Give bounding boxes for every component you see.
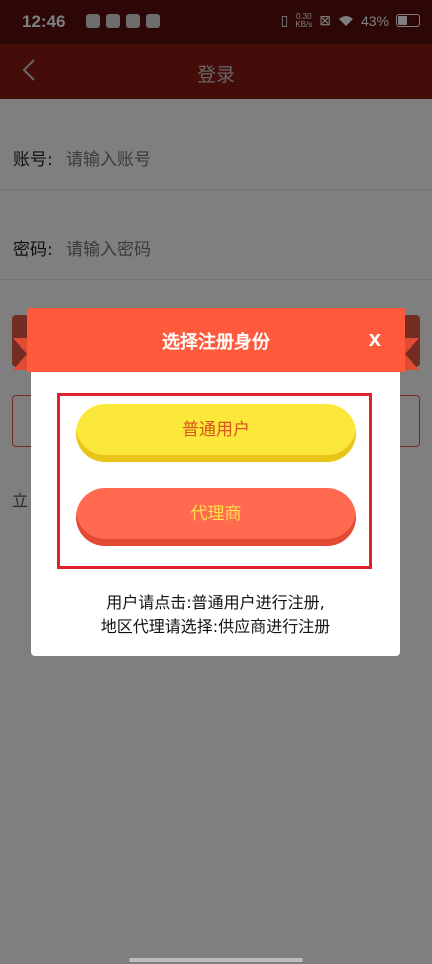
home-indicator[interactable] <box>129 958 303 962</box>
dialog-hint-line1: 用户请点击:普通用户进行注册, <box>106 593 325 612</box>
ribbon-tail-right <box>405 338 419 370</box>
regular-user-button[interactable]: 普通用户 <box>76 404 356 462</box>
dialog-title: 选择注册身份 <box>162 332 270 353</box>
dialog-hint-line2: 地区代理请选择:供应商进行注册 <box>100 617 331 636</box>
close-button[interactable]: x <box>369 326 381 352</box>
dialog-header: 选择注册身份 x <box>27 308 405 372</box>
ribbon-tail-left <box>13 338 27 370</box>
agent-button[interactable]: 代理商 <box>76 488 356 546</box>
